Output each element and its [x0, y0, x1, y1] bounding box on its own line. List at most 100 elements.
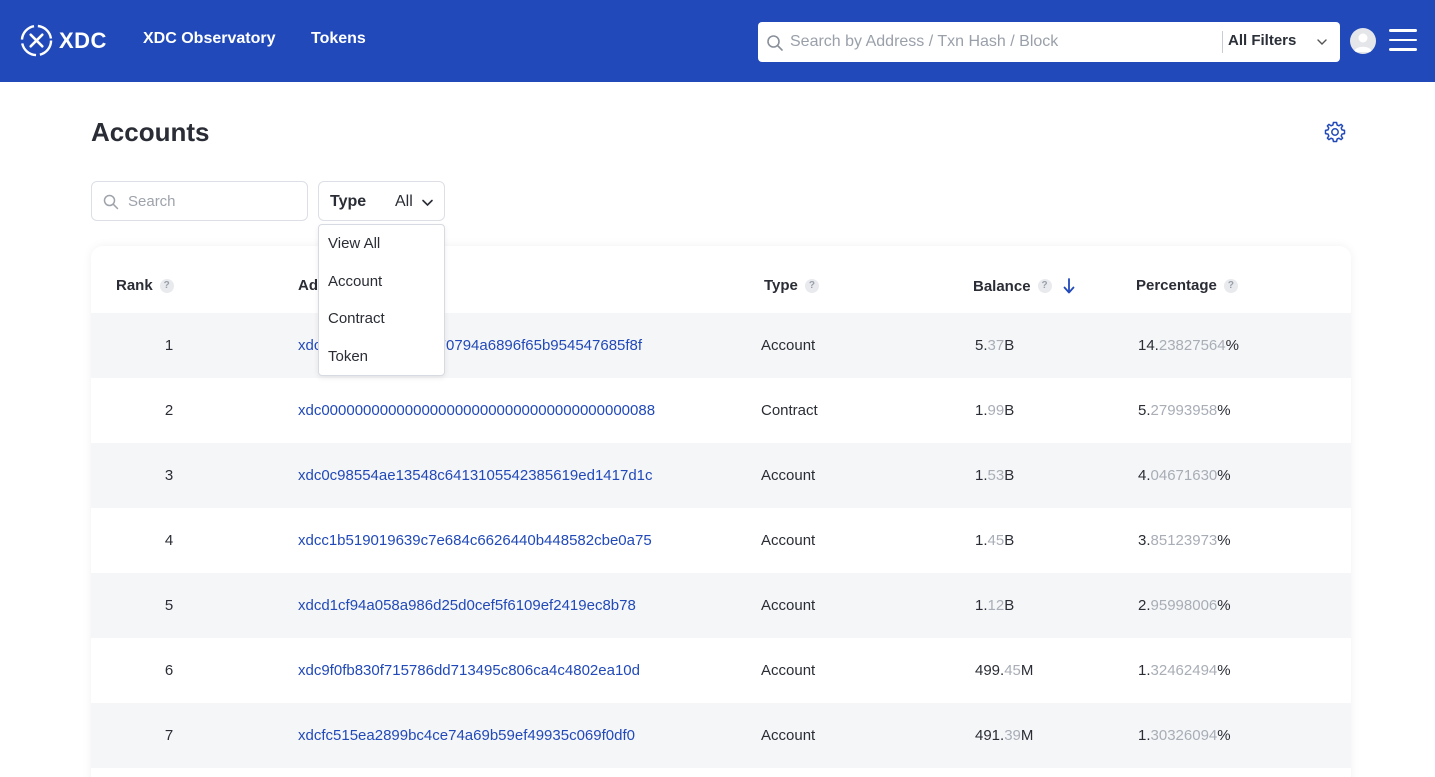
- address-link[interactable]: xdcfc515ea2899bc4ce74a69b59ef49935c069f0…: [298, 727, 635, 744]
- percentage-unit: %: [1217, 662, 1231, 679]
- balance-cell: 5.37B: [975, 337, 1014, 354]
- address-text: xdcfc515ea2899bc4ce74a69b59ef49935c069f0…: [298, 727, 635, 744]
- percentage-int: 1.: [1138, 662, 1151, 679]
- top-navigation-bar: XDC XDC Observatory Tokens All Filters: [0, 0, 1435, 82]
- type-filter-value: All: [395, 193, 413, 210]
- address-link[interactable]: xdc0c98554ae13548c6413105542385619ed1417…: [298, 467, 653, 484]
- header-type: Type ?: [764, 277, 819, 294]
- help-icon[interactable]: ?: [1037, 279, 1052, 293]
- percentage-decimal: 04671630: [1150, 467, 1218, 484]
- percentage-unit: %: [1217, 402, 1231, 419]
- balance-decimal: 37: [987, 337, 1005, 354]
- global-search-bar: All Filters: [758, 22, 1340, 62]
- type-cell: Account: [761, 467, 816, 484]
- hamburger-menu-icon[interactable]: [1389, 29, 1417, 51]
- balance-decimal: 53: [987, 467, 1005, 484]
- address-text: xdcd1cf94a058a986d25d0cef5f6109ef2419ec8…: [298, 597, 636, 614]
- type-dropdown-menu: View All Account Contract Token: [318, 224, 445, 376]
- accounts-table: Rank ? Address Type ? Balance ? Percenta…: [91, 246, 1351, 777]
- type-cell: Account: [761, 727, 816, 744]
- percentage-int: 3.: [1138, 532, 1151, 549]
- type-filter-label: Type: [330, 193, 367, 210]
- gear-icon[interactable]: [1323, 120, 1347, 144]
- balance-unit: B: [1004, 467, 1015, 484]
- address-link[interactable]: xdcc1b519019639c7e684c6626440b448582cbe0…: [298, 532, 652, 549]
- percentage-cell: 2.95998006%: [1138, 597, 1231, 614]
- balance-int: 1.: [975, 402, 988, 419]
- percentage-decimal: 30326094: [1150, 727, 1218, 744]
- rank-cell: 3: [164, 467, 174, 484]
- address-link[interactable]: xdc0000000000000000000000000000000000000…: [298, 402, 655, 419]
- table-row: 4 xdcc1b519019639c7e684c6626440b448582cbe…: [91, 508, 1351, 573]
- type-option-account[interactable]: Account: [328, 273, 382, 290]
- percentage-decimal: 23827564: [1158, 337, 1226, 354]
- help-icon[interactable]: ?: [159, 278, 174, 293]
- balance-unit: M: [1020, 727, 1034, 744]
- nav-tokens[interactable]: Tokens: [311, 30, 366, 48]
- balance-decimal: 99: [987, 402, 1005, 419]
- rank-cell: 6: [164, 662, 174, 679]
- balance-cell: 1.45B: [975, 532, 1014, 549]
- all-filters-select[interactable]: All Filters: [1228, 32, 1296, 49]
- type-cell: Account: [761, 532, 816, 549]
- percentage-cell: 5.27993958%: [1138, 402, 1231, 419]
- header-rank: Rank ?: [116, 277, 174, 294]
- chevron-down-icon[interactable]: [1316, 36, 1328, 48]
- percentage-unit: %: [1217, 467, 1231, 484]
- chevron-down-icon: [422, 199, 433, 207]
- percentage-cell: 14.23827564%: [1138, 337, 1239, 354]
- type-option-contract[interactable]: Contract: [328, 310, 385, 327]
- rank-cell: 4: [164, 532, 174, 549]
- accounts-search-input[interactable]: [128, 190, 298, 212]
- xdc-logo[interactable]: XDC: [20, 24, 107, 57]
- header-percentage: Percentage ?: [1136, 277, 1238, 294]
- user-icon: [1354, 33, 1372, 52]
- balance-int: 1.: [975, 532, 988, 549]
- header-rank-label: Rank: [116, 277, 153, 294]
- percentage-unit: %: [1225, 337, 1239, 354]
- type-filter-select[interactable]: Type All: [318, 181, 445, 221]
- table-row: 2 xdc000000000000000000000000000000000000…: [91, 378, 1351, 443]
- table-row: 1 xdc 070794a6896f65b954547685f8f Account 5.…: [91, 313, 1351, 378]
- percentage-decimal: 27993958: [1150, 402, 1218, 419]
- nav-xdc-observatory[interactable]: XDC Observatory: [143, 30, 276, 48]
- user-avatar[interactable]: [1350, 28, 1376, 54]
- percentage-cell: 3.85123973%: [1138, 532, 1231, 549]
- help-icon[interactable]: ?: [1223, 278, 1238, 293]
- header-balance[interactable]: Balance ?: [973, 277, 1076, 295]
- address-text: xdcc1b519019639c7e684c6626440b448582cbe0…: [298, 532, 652, 549]
- percentage-unit: %: [1217, 727, 1231, 744]
- type-option-view-all[interactable]: View All: [328, 235, 380, 252]
- balance-unit: B: [1004, 402, 1015, 419]
- balance-cell: 1.99B: [975, 402, 1014, 419]
- type-cell: Account: [761, 597, 816, 614]
- percentage-decimal: 85123973: [1150, 532, 1218, 549]
- percentage-unit: %: [1217, 532, 1231, 549]
- address-link[interactable]: xdcd1cf94a058a986d25d0cef5f6109ef2419ec8…: [298, 597, 636, 614]
- rank-cell: 1: [164, 337, 174, 354]
- percentage-int: 2.: [1138, 597, 1151, 614]
- sort-descending-icon[interactable]: [1062, 277, 1076, 295]
- address-text: xdc0c98554ae13548c6413105542385619ed1417…: [298, 467, 653, 484]
- table-row: 5 xdcd1cf94a058a986d25d0cef5f6109ef2419ec…: [91, 573, 1351, 638]
- header-balance-label: Balance: [973, 277, 1031, 295]
- global-search-input[interactable]: [790, 28, 1210, 56]
- address-link[interactable]: xdc9f0fb830f715786dd713495c806ca4c4802ea…: [298, 662, 640, 679]
- type-cell: Account: [761, 337, 816, 354]
- percentage-decimal: 32462494: [1150, 662, 1218, 679]
- type-cell: Account: [761, 662, 816, 679]
- page-title: Accounts: [91, 117, 210, 147]
- balance-cell: 499.45M: [975, 662, 1033, 679]
- percentage-int: 14.: [1138, 337, 1159, 354]
- balance-cell: 491.39M: [975, 727, 1033, 744]
- balance-int: 491.: [975, 727, 1005, 744]
- help-icon[interactable]: ?: [804, 278, 819, 293]
- balance-int: 499.: [975, 662, 1005, 679]
- balance-decimal: 12: [987, 597, 1005, 614]
- accounts-search-box: [91, 181, 308, 221]
- percentage-int: 5.: [1138, 402, 1151, 419]
- balance-decimal: 45: [987, 532, 1005, 549]
- type-option-token[interactable]: Token: [328, 348, 368, 365]
- balance-cell: 1.12B: [975, 597, 1014, 614]
- header-percentage-label: Percentage: [1136, 277, 1217, 294]
